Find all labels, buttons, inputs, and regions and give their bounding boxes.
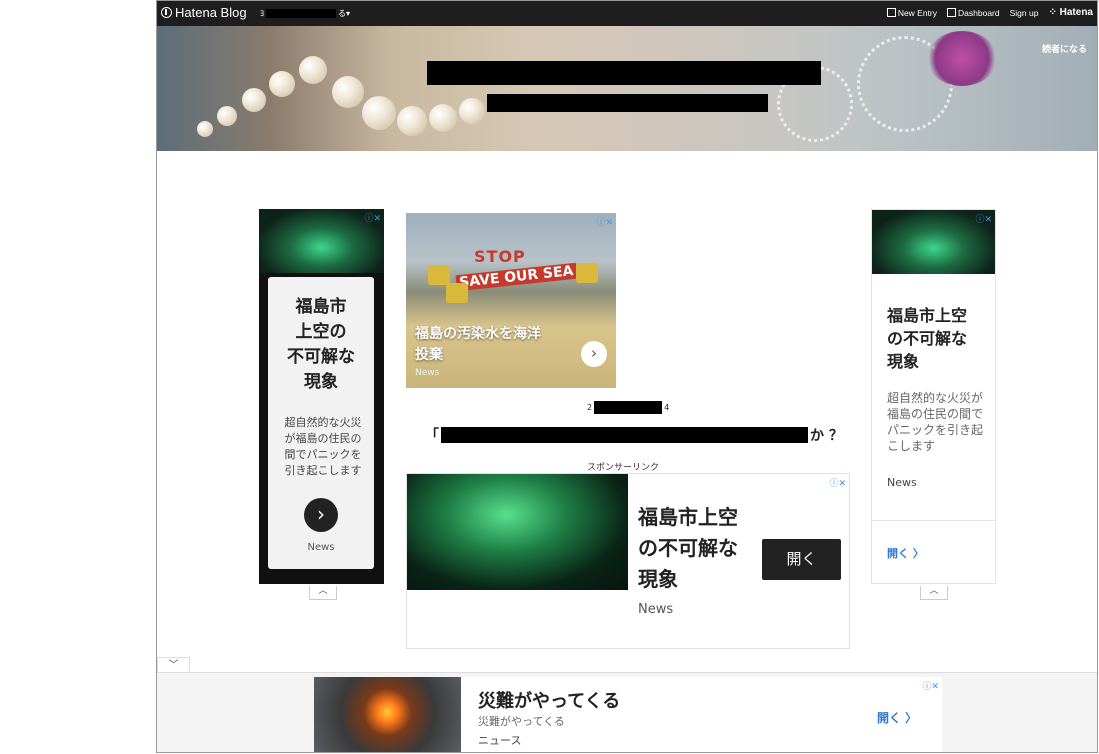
ad-image — [314, 677, 461, 752]
ad-source: News — [415, 368, 440, 378]
ad-subtitle: 災難がやってくる — [478, 715, 565, 728]
ad-sign-text: STOP — [474, 247, 526, 266]
ad-description: 超自然的な火災が福島の住民の間でパニックを引き起こします — [284, 416, 362, 477]
blog-selector-dropdown[interactable]: ﾖ る▾ — [260, 8, 350, 19]
redacted-blog-title[interactable] — [427, 61, 821, 85]
ad-source: News — [307, 542, 335, 553]
pearl-decoration — [429, 104, 457, 132]
pearl-decoration — [459, 98, 485, 124]
ad-source: ニュース — [478, 734, 522, 747]
ad-headline: 福島の汚染水を海洋 投棄 — [415, 326, 541, 363]
right-side-ad[interactable]: ⓘ✕ 福島市上空 の不可解な 現象 超自然的な火災が福島の住民の間でパニックを引… — [871, 209, 996, 584]
divider — [872, 520, 995, 521]
right-ad-collapse-button[interactable]: ︿ — [920, 586, 948, 600]
left-ad-collapse-button[interactable]: ︿ — [309, 586, 337, 600]
pearl-decoration — [332, 76, 364, 108]
pearl-decoration — [299, 56, 327, 84]
hatena-topbar: Hatena Blog ﾖ る▾ New Entry Dashboard Sig… — [157, 1, 1097, 26]
ad-image — [407, 474, 628, 590]
pearl-decoration — [362, 96, 396, 130]
anchor-ad-bar: ⓘ✕ 災難がやってくる 災難がやってくる ニュース 開く 〉 — [157, 672, 1097, 752]
center-image-ad[interactable]: ⓘ✕ STOP SAVE OUR SEA 福島の汚染水を海洋 投棄 News › — [406, 213, 616, 388]
pencil-icon — [886, 7, 896, 17]
adchoices-icon[interactable]: ⓘ✕ — [829, 476, 846, 489]
barrel-shape — [446, 283, 468, 303]
ad-title: 福島市 上空の 不可解な 現象 — [287, 297, 355, 392]
flower-decoration — [927, 31, 997, 86]
ad-open-link[interactable]: 開く 〉 — [887, 545, 924, 561]
signup-link[interactable]: Sign up — [1010, 8, 1039, 18]
ad-arrow-button[interactable]: › — [581, 341, 607, 367]
ad-title: 福島市上空 の不可解な 現象 — [638, 505, 738, 591]
barrel-shape — [576, 263, 598, 283]
hatena-blog-logo[interactable]: Hatena Blog — [161, 5, 247, 20]
browser-viewport: Hatena Blog ﾖ る▾ New Entry Dashboard Sig… — [156, 0, 1098, 753]
post-date: 2 4 — [587, 401, 670, 414]
new-entry-link[interactable]: New Entry — [886, 7, 937, 18]
hatena-logo-icon — [161, 7, 172, 18]
adchoices-icon[interactable]: ⓘ✕ — [596, 215, 613, 228]
post-title[interactable]: 「 か ？ — [425, 425, 843, 445]
redacted-blog-description — [487, 94, 768, 112]
subscribe-button[interactable]: 読者になる — [1042, 42, 1087, 55]
ad-source: News — [887, 476, 917, 489]
redacted-date — [594, 401, 663, 414]
main-content-ad[interactable]: ⓘ✕ 福島市上空 の不可解な 現象 News 開く — [406, 473, 850, 649]
barrel-shape — [428, 265, 450, 285]
ad-card: 福島市 上空の 不可解な 現象 超自然的な火災が福島の住民の間でパニックを引き起… — [268, 277, 374, 569]
dashboard-icon — [947, 7, 957, 17]
ad-title: 災難がやってくる — [478, 691, 621, 712]
topbar-nav: New Entry Dashboard Sign up ⁘ Hatena — [886, 7, 1093, 18]
left-side-ad[interactable]: ⓘ✕ 福島市 上空の 不可解な 現象 超自然的な火災が福島の住民の間でパニックを… — [259, 209, 384, 584]
hatena-menu-link[interactable]: ⁘ Hatena — [1048, 7, 1093, 18]
ad-arrow-button[interactable]: › — [304, 498, 338, 532]
pearl-decoration — [242, 88, 266, 112]
adchoices-icon[interactable]: ⓘ✕ — [975, 212, 992, 225]
ad-description: 超自然的な火災が福島の住民の間でパニックを引き起こします — [887, 391, 984, 453]
pearl-decoration — [217, 106, 237, 126]
ad-open-button[interactable]: 開く — [762, 539, 841, 580]
ad-banner-text: SAVE OUR SEA — [455, 262, 578, 292]
pearl-decoration — [269, 71, 295, 97]
adchoices-icon[interactable]: ⓘ✕ — [922, 679, 939, 692]
ad-title: 福島市上空 の不可解な 現象 — [887, 306, 968, 371]
bottom-anchor-ad[interactable]: ⓘ✕ 災難がやってくる 災難がやってくる ニュース 開く 〉 — [314, 677, 942, 752]
blog-header-banner: 読者になる — [157, 26, 1097, 151]
redacted-blog-name — [266, 9, 336, 18]
ad-open-link[interactable]: 開く 〉 — [877, 709, 917, 726]
sponsored-link-label: スポンサーリンク — [587, 463, 660, 473]
dashboard-link[interactable]: Dashboard — [947, 7, 1000, 18]
redacted-title — [441, 427, 808, 443]
adchoices-icon[interactable]: ⓘ✕ — [364, 211, 381, 224]
pearl-decoration — [197, 121, 213, 137]
pearl-decoration — [397, 106, 427, 136]
ad-source: News — [638, 602, 674, 617]
